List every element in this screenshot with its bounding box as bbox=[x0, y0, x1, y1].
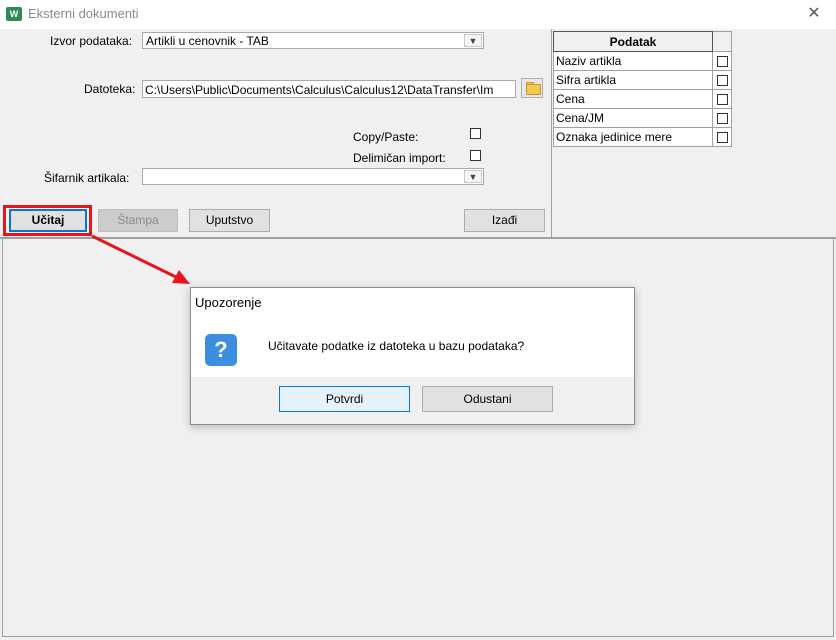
catalog-combo[interactable]: ▼ bbox=[142, 168, 484, 185]
content-border-bottom bbox=[2, 636, 834, 637]
field-checkbox[interactable] bbox=[716, 113, 728, 125]
field-check-cell bbox=[712, 127, 732, 147]
field-checkbox[interactable] bbox=[716, 56, 728, 68]
table-row: Sifra artikla bbox=[553, 70, 732, 90]
confirm-dialog: Upozorenje ? Učitavate podatke iz datote… bbox=[190, 287, 635, 425]
partial-import-label: Delimičan import: bbox=[353, 151, 446, 165]
content-border-right bbox=[833, 239, 834, 637]
dialog-title: Upozorenje bbox=[195, 295, 262, 310]
field-check-cell bbox=[712, 51, 732, 71]
field-check-cell bbox=[712, 108, 732, 128]
chevron-down-icon[interactable]: ▼ bbox=[464, 170, 482, 183]
file-label: Datoteka: bbox=[84, 82, 136, 96]
exit-button[interactable]: Izađi bbox=[464, 209, 545, 232]
copy-paste-checkbox[interactable] bbox=[470, 128, 481, 139]
table-row: Oznaka jedinice mere bbox=[553, 127, 732, 147]
close-icon[interactable]: ✕ bbox=[802, 3, 826, 25]
dialog-message: Učitavate podatke iz datoteka u bazu pod… bbox=[268, 339, 525, 353]
cancel-button[interactable]: Odustani bbox=[422, 386, 553, 412]
window-title: Eksterni dokumenti bbox=[28, 6, 139, 21]
field-checkbox[interactable] bbox=[716, 94, 728, 106]
table-row: Naziv artikla bbox=[553, 51, 732, 71]
catalog-label: Šifarnik artikala: bbox=[44, 171, 130, 185]
field-checkbox[interactable] bbox=[716, 75, 728, 87]
source-combo[interactable]: Artikli u cenovnik - TAB ▼ bbox=[142, 32, 484, 49]
field-label: Cena/JM bbox=[553, 108, 713, 128]
field-checkbox[interactable] bbox=[716, 132, 728, 144]
confirm-button[interactable]: Potvrdi bbox=[279, 386, 410, 412]
folder-icon bbox=[526, 84, 541, 95]
field-label: Oznaka jedinice mere bbox=[553, 127, 713, 147]
print-button[interactable]: Štampa bbox=[98, 209, 178, 232]
partial-import-checkbox[interactable] bbox=[470, 150, 481, 161]
column-header-data: Podatak bbox=[553, 31, 713, 52]
browse-button[interactable] bbox=[521, 78, 543, 98]
fields-table-header: Podatak bbox=[553, 31, 732, 52]
load-button[interactable]: Učitaj bbox=[9, 209, 87, 232]
chevron-down-icon[interactable]: ▼ bbox=[464, 34, 482, 47]
dialog-body: ? Učitavate podatke iz datoteka u bazu p… bbox=[191, 317, 634, 377]
field-label: Sifra artikla bbox=[553, 70, 713, 90]
file-path-input[interactable]: C:\Users\Public\Documents\Calculus\Calcu… bbox=[142, 80, 516, 98]
table-row: Cena/JM bbox=[553, 108, 732, 128]
fields-table: Podatak Naziv artikla Sifra artikla Cena Ce… bbox=[553, 31, 732, 147]
app-icon: W bbox=[6, 7, 22, 21]
field-check-cell bbox=[712, 70, 732, 90]
instructions-button[interactable]: Uputstvo bbox=[189, 209, 270, 232]
dialog-title-bar: Upozorenje bbox=[191, 288, 634, 317]
file-path-value: C:\Users\Public\Documents\Calculus\Calcu… bbox=[145, 83, 494, 97]
panel-divider bbox=[551, 29, 552, 237]
question-icon: ? bbox=[205, 334, 237, 366]
field-label: Cena bbox=[553, 89, 713, 109]
content-border-left bbox=[2, 239, 3, 637]
copy-paste-label: Copy/Paste: bbox=[353, 130, 419, 144]
source-value: Artikli u cenovnik - TAB bbox=[146, 34, 269, 48]
column-header-check bbox=[712, 31, 732, 52]
table-row: Cena bbox=[553, 89, 732, 109]
field-label: Naziv artikla bbox=[553, 51, 713, 71]
field-check-cell bbox=[712, 89, 732, 109]
source-label: Izvor podataka: bbox=[50, 34, 133, 48]
